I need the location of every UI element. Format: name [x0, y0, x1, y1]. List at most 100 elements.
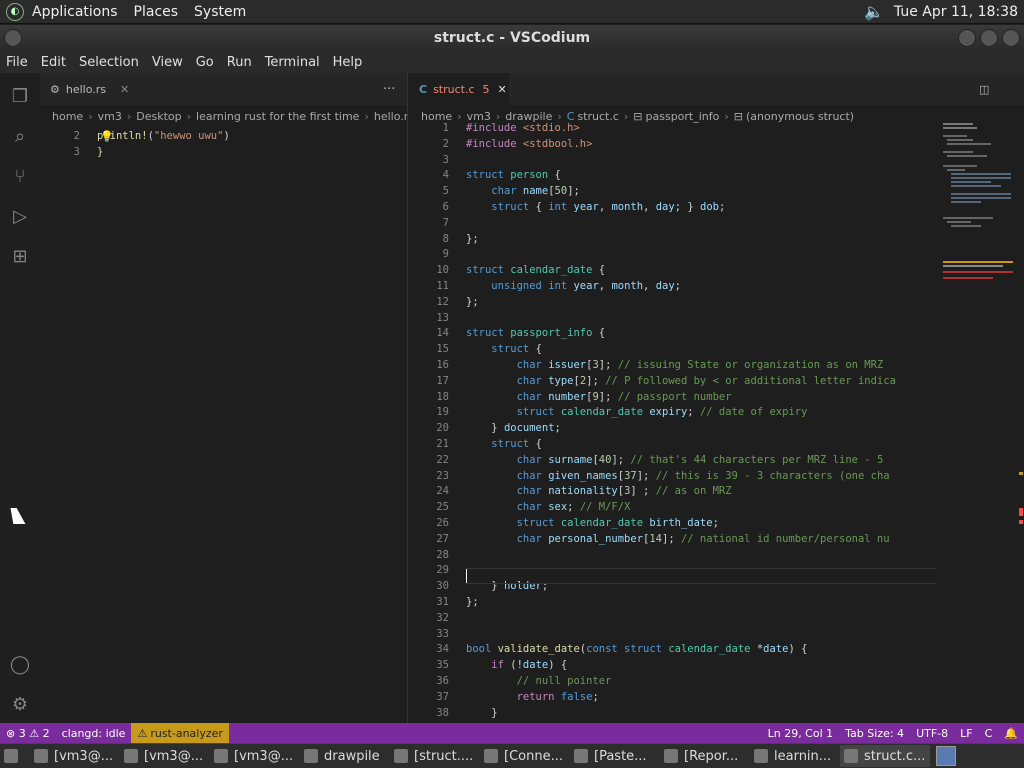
run-debug-icon[interactable]: ▷ [8, 205, 32, 229]
close-tab-icon[interactable]: ✕ [498, 83, 507, 96]
window-menu-icon[interactable] [4, 29, 22, 47]
taskbar-item[interactable]: [vm3@... [30, 745, 120, 767]
lightbulb-icon[interactable]: 💡 [100, 130, 114, 143]
breadcrumb-vm3[interactable]: vm3 [98, 110, 122, 123]
code-line[interactable]: 3} [40, 144, 408, 160]
code-line[interactable]: 9 [409, 246, 937, 262]
code-token: calendar_date [510, 264, 593, 277]
menu-run[interactable]: Run [227, 55, 252, 70]
encoding[interactable]: UTF-8 [910, 727, 954, 740]
taskbar-item[interactable]: [struct.... [390, 745, 480, 767]
breadcrumb-home[interactable]: home [52, 110, 83, 123]
code-line[interactable]: 2 #include <stdbool.h> [409, 136, 937, 152]
workspace-switcher[interactable] [936, 746, 956, 766]
minimap[interactable] [937, 121, 1015, 301]
taskbar-item[interactable]: drawpile [300, 745, 390, 767]
menu-terminal[interactable]: Terminal [265, 55, 320, 70]
code-line[interactable]: 13 [409, 310, 937, 326]
taskbar-item[interactable]: [vm3@... [210, 745, 300, 767]
menu-view[interactable]: View [152, 55, 183, 70]
taskbar-item[interactable]: [Conne... [480, 745, 570, 767]
code-line[interactable]: 14 struct passport_info { [409, 325, 937, 341]
rust-analyzer-status[interactable]: ⚠ rust-analyzer [131, 723, 229, 743]
code-line[interactable]: 33 [409, 626, 937, 642]
breadcrumb-folder[interactable]: learning rust for the first time [196, 110, 359, 123]
code-line[interactable]: 26 struct calendar_date birth_date; [409, 515, 937, 531]
code-line[interactable]: 35 if (!date) { [409, 657, 937, 673]
code-line[interactable]: 15 struct { [409, 341, 937, 357]
right-code-area[interactable]: 1 #include <stdio.h> 2 #include <stdbool.h>… [409, 120, 937, 723]
panel-menu-places[interactable]: Places [134, 4, 179, 20]
menu-selection[interactable]: Selection [79, 55, 139, 70]
tab-hello-rs[interactable]: ⚙ hello.rs ✕ [40, 73, 140, 105]
code-line[interactable]: 6 struct { int year, month, day; } dob; [409, 199, 937, 215]
source-control-icon[interactable]: ⑂ [8, 165, 32, 189]
breadcrumb-desktop[interactable]: Desktop [136, 110, 181, 123]
code-line[interactable]: 2 println!("hewwo uwu") [40, 128, 408, 144]
account-icon[interactable]: ◯ [8, 653, 32, 677]
more-actions-icon[interactable]: ··· [373, 73, 405, 105]
taskbar-item[interactable]: [Repor... [660, 745, 750, 767]
cursor-position[interactable]: Ln 29, Col 1 [762, 727, 840, 740]
code-line[interactable]: 18 char number[9]; // passport number [409, 389, 937, 405]
tab-struct-c[interactable]: C struct.c 5 ✕ [409, 73, 509, 105]
code-line[interactable]: 17 char type[2]; // P followed by < or a… [409, 373, 937, 389]
code-line[interactable]: 7 [409, 215, 937, 231]
taskbar-item[interactable]: [vm3@... [120, 745, 210, 767]
code-line[interactable]: 12}; [409, 294, 937, 310]
taskbar-item[interactable]: [Paste... [570, 745, 660, 767]
menu-edit[interactable]: Edit [41, 55, 66, 70]
split-editor-icon[interactable]: ◫ [969, 73, 999, 105]
extensions-icon[interactable]: ⊞ [8, 245, 32, 269]
taskbar-item[interactable]: struct.c... [840, 745, 930, 767]
end-of-line[interactable]: LF [954, 727, 978, 740]
show-desktop-icon[interactable] [0, 745, 30, 767]
code-line[interactable]: 38 } [409, 705, 937, 721]
code-line[interactable]: 16 char issuer[3]; // issuing State or o… [409, 357, 937, 373]
clock[interactable]: Tue Apr 11, 18:38 [894, 4, 1018, 20]
minimize-icon[interactable] [958, 29, 976, 47]
code-line[interactable]: 25 char sex; // M/F/X [409, 499, 937, 515]
panel-menu-applications[interactable]: Applications [32, 4, 118, 20]
clangd-status[interactable]: clangd: idle [56, 727, 132, 740]
code-line[interactable]: 20 } document; [409, 420, 937, 436]
problems-status[interactable]: ⊗ 3 ⚠ 2 [0, 727, 56, 740]
code-line[interactable]: 27 char personal_number[14]; // national… [409, 531, 937, 547]
code-line[interactable]: 28 [409, 547, 937, 563]
close-window-icon[interactable] [1002, 29, 1020, 47]
code-line[interactable]: 5 char name[50]; [409, 183, 937, 199]
menu-go[interactable]: Go [196, 55, 214, 70]
code-line[interactable]: 4 struct person { [409, 167, 937, 183]
search-icon[interactable]: ⌕ [8, 125, 32, 149]
code-line[interactable]: 19 struct calendar_date expiry; // date … [409, 404, 937, 420]
code-line[interactable]: 1 #include <stdio.h> [409, 120, 937, 136]
code-line[interactable]: 31}; [409, 594, 937, 610]
tab-size[interactable]: Tab Size: 4 [839, 727, 910, 740]
code-line[interactable]: 11 unsigned int year, month, day; [409, 278, 937, 294]
settings-gear-icon[interactable]: ⚙ [8, 693, 32, 717]
menu-file[interactable]: File [6, 55, 28, 70]
maximize-icon[interactable] [980, 29, 998, 47]
code-line[interactable]: 37 return false; [409, 689, 937, 705]
code-line[interactable]: 34 bool validate_date(const struct calend… [409, 641, 937, 657]
distro-logo-icon[interactable]: ◐ [6, 2, 24, 21]
code-line[interactable]: 22 char surname[40]; // that's 44 charac… [409, 452, 937, 468]
panel-menu-system[interactable]: System [194, 4, 246, 20]
code-line[interactable]: 8}; [409, 231, 937, 247]
code-line[interactable]: 24 char nationality[3] ; // as on MRZ [409, 483, 937, 499]
code-line[interactable]: 10 struct calendar_date { [409, 262, 937, 278]
code-line[interactable]: 23 char given_names[37]; // this is 39 -… [409, 468, 937, 484]
code-line[interactable]: 36 // null pointer [409, 673, 937, 689]
taskbar-item[interactable]: learnin... [750, 745, 840, 767]
code-line[interactable]: 32 [409, 610, 937, 626]
menu-help[interactable]: Help [333, 55, 363, 70]
code-line[interactable]: 21 struct { [409, 436, 937, 452]
code-line[interactable]: 3 [409, 152, 937, 168]
left-code-area[interactable]: 2 println!("hewwo uwu") 3} [40, 128, 408, 723]
explorer-icon[interactable]: ❐ [8, 85, 32, 109]
notifications-bell-icon[interactable]: 🔔 [998, 727, 1024, 740]
volume-icon[interactable]: 🔈 [864, 2, 884, 21]
close-tab-icon[interactable]: ✕ [120, 83, 129, 96]
breadcrumb-file[interactable]: hello.rs [374, 110, 407, 123]
language-mode[interactable]: C [979, 727, 999, 740]
